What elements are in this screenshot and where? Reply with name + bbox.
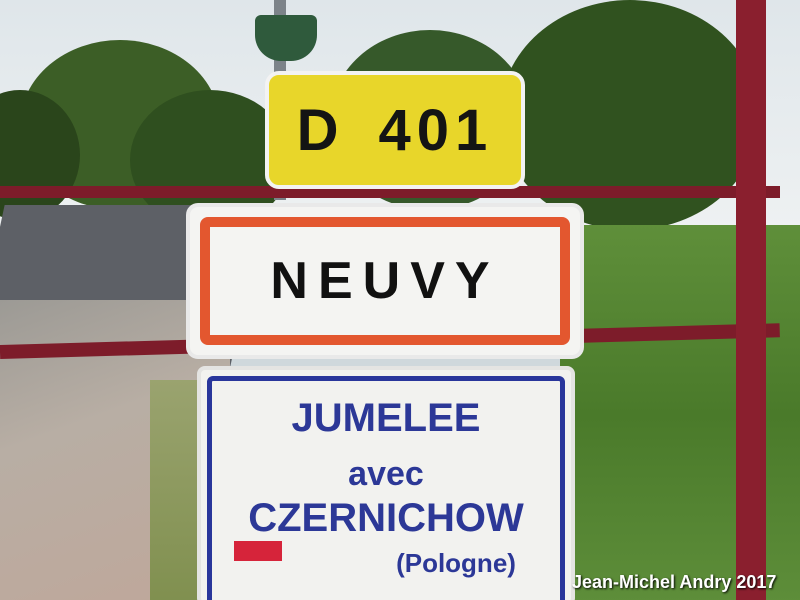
twinning-line-4: (Pologne): [396, 548, 516, 578]
hanging-flower-pot: [255, 15, 317, 61]
photo-scene: D 401 NEUVY JUMELEE avec CZERNICHOW (Pol…: [0, 0, 800, 600]
photo-credit: Jean-Michel Andry 2017: [572, 572, 777, 592]
road-letter: D: [296, 97, 345, 163]
town-entry-sign: NEUVY: [186, 203, 584, 359]
twinning-line-3: CZERNICHOW: [248, 496, 524, 540]
twinning-sign: JUMELEE avec CZERNICHOW (Pologne): [197, 366, 575, 600]
twinning-line-2: avec: [348, 455, 424, 493]
twinning-line-1: JUMELEE: [291, 396, 481, 440]
town-sign-frame: NEUVY: [200, 217, 570, 345]
twinning-sign-frame: JUMELEE avec CZERNICHOW (Pologne): [207, 376, 565, 600]
flag-mark: [234, 541, 282, 561]
road-number-sign: D 401: [265, 71, 525, 189]
town-name: NEUVY: [270, 252, 500, 310]
road-number: 401: [378, 97, 494, 163]
railing-post: [736, 0, 766, 600]
